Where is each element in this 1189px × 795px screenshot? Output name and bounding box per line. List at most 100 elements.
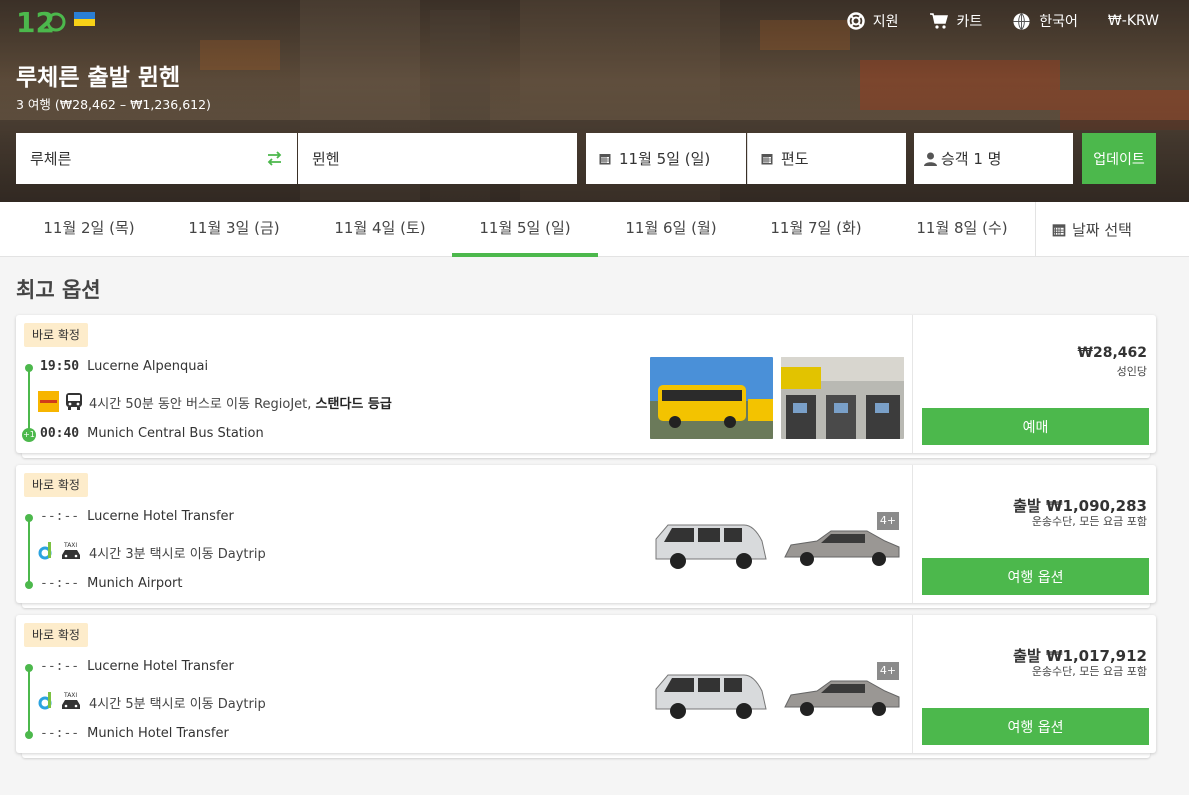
ukraine-flag-icon <box>74 12 95 26</box>
price-note: 성인당 <box>1116 365 1147 378</box>
arrival-place: Munich Central Bus Station <box>87 426 264 441</box>
update-search-button[interactable]: 업데이트 <box>1082 133 1156 184</box>
cart-icon <box>929 13 948 29</box>
price: ₩28,462 <box>1077 345 1147 361</box>
leg-text: 4시간 5분 택시로 이동 Daytrip <box>89 697 266 712</box>
date-tab[interactable]: 11월 8일 (수) <box>889 202 1035 257</box>
timeline <box>28 516 30 584</box>
price-note: 운송수단, 모든 요금 포함 <box>1031 515 1147 528</box>
bus-interior-photo[interactable] <box>781 357 904 439</box>
departure-place: Lucerne Hotel Transfer <box>87 509 234 524</box>
timeline <box>28 366 30 434</box>
top-nav: 지원 카트 한국어 ₩-KRW <box>847 10 1159 32</box>
timeline-dot <box>25 731 33 739</box>
date-tab-active[interactable]: 11월 5일 (일) <box>452 202 598 257</box>
fare-class: 스탠다드 등급 <box>315 397 392 412</box>
nav-support[interactable]: 지원 <box>847 10 899 32</box>
arrival-time: 00:40 <box>40 426 80 441</box>
user-icon <box>924 152 937 166</box>
page-title: 루체른 출발 뮌헨 <box>16 65 181 91</box>
price-note: 운송수단, 모든 요금 포함 <box>1031 665 1147 678</box>
date-tab[interactable]: 11월 2일 (목) <box>16 202 162 257</box>
passengers-value: 승객 1 명 <box>941 150 1002 168</box>
departure-date-field[interactable]: 11월 5일 (일) <box>586 133 746 184</box>
calendar-icon <box>599 154 611 165</box>
capacity-badge: 4+ <box>877 512 899 530</box>
date-tab[interactable]: 11월 7일 (화) <box>743 202 889 257</box>
nav-language-label: 한국어 <box>1039 14 1078 30</box>
departure-time: --:-- <box>40 509 80 524</box>
timeline-dot <box>25 514 33 522</box>
nav-cart[interactable]: 카트 <box>929 10 983 32</box>
leg-description: 4시간 50분 동안 버스로 이동 RegioJet, 스탠다드 등급 <box>89 393 392 412</box>
lifebuoy-icon <box>847 12 865 30</box>
van-image <box>655 674 767 719</box>
operator-icons <box>38 391 83 412</box>
van-image <box>655 524 767 569</box>
globe-icon <box>1013 12 1030 30</box>
svg-text:TAXI: TAXI <box>63 542 77 549</box>
date-tab[interactable]: 11월 4일 (토) <box>307 202 453 257</box>
price-panel: ₩28,462 성인당 예매 <box>912 315 1156 453</box>
calendar-icon <box>1052 224 1066 237</box>
departure-place: Lucerne Alpenquai <box>87 359 209 374</box>
departure-date-value: 11월 5일 (일) <box>619 150 711 168</box>
nav-currency[interactable]: ₩-KRW <box>1108 10 1159 32</box>
result-card[interactable]: 바로 확정 +1 19:50 Lucerne Alpenquai 4시간 50분… <box>16 315 1156 458</box>
timeline-dot <box>25 664 33 672</box>
destination-field[interactable]: 뮌헨 <box>298 133 577 184</box>
arrival-place: Munich Hotel Transfer <box>87 726 229 741</box>
capacity-badge: 4+ <box>877 662 899 680</box>
taxi-icon: TAXI <box>62 542 80 559</box>
sedan-image <box>784 680 900 716</box>
date-tab[interactable]: 11월 3일 (금) <box>161 202 307 257</box>
trip-options-button[interactable]: 여행 옵션 <box>922 558 1149 595</box>
timeline-dot <box>25 364 33 372</box>
nav-language[interactable]: 한국어 <box>1012 10 1078 32</box>
sedan-image <box>784 530 900 566</box>
return-date-field[interactable]: 편도 <box>747 133 906 184</box>
departure-time: 19:50 <box>40 359 80 374</box>
instant-confirm-badge: 바로 확정 <box>24 473 88 497</box>
section-title: 최고 옵션 <box>16 278 101 302</box>
swap-icon[interactable] <box>266 151 283 166</box>
departure-time: --:-- <box>40 659 80 674</box>
taxi-icon: TAXI <box>62 692 80 709</box>
bus-icon <box>66 393 82 410</box>
instant-confirm-badge: 바로 확정 <box>24 323 88 347</box>
nav-currency-label: ₩-KRW <box>1107 13 1159 29</box>
origin-value: 루체른 <box>30 150 72 168</box>
departure-place: Lucerne Hotel Transfer <box>87 659 234 674</box>
result-card[interactable]: 바로 확정 --:-- Lucerne Hotel Transfer TAXI … <box>16 465 1156 608</box>
regiojet-logo-icon <box>38 391 59 412</box>
return-date-value: 편도 <box>781 150 809 168</box>
arrival-place: Munich Airport <box>87 576 183 591</box>
trip-options-button[interactable]: 여행 옵션 <box>922 708 1149 745</box>
page-subtitle: 3 여행 (₩28,462 – ₩1,236,612) <box>16 97 211 112</box>
date-tabs: 11월 2일 (목) 11월 3일 (금) 11월 4일 (토) 11월 5일 … <box>0 202 1189 257</box>
arrival-time: --:-- <box>40 726 80 741</box>
bus-exterior-photo[interactable] <box>650 357 773 439</box>
book-button[interactable]: 예매 <box>922 408 1149 445</box>
timeline <box>28 666 30 734</box>
passengers-field[interactable]: 승객 1 명 <box>914 133 1073 184</box>
origin-field[interactable]: 루체른 <box>16 133 297 184</box>
calendar-icon <box>761 154 773 165</box>
arrival-time: --:-- <box>40 576 80 591</box>
nav-cart-label: 카트 <box>956 14 983 30</box>
destination-value: 뮌헨 <box>312 150 340 168</box>
timeline-dot <box>25 581 33 589</box>
next-day-badge: +1 <box>22 428 36 442</box>
date-tab[interactable]: 11월 6일 (월) <box>598 202 744 257</box>
operator-icons: TAXI <box>38 691 82 710</box>
result-card[interactable]: 바로 확정 --:-- Lucerne Hotel Transfer TAXI … <box>16 615 1156 758</box>
daytrip-logo-icon <box>38 692 52 710</box>
price-panel: 출발 ₩1,017,912 운송수단, 모든 요금 포함 여행 옵션 <box>912 615 1156 753</box>
leg-text: 4시간 3분 택시로 이동 Daytrip <box>89 547 266 562</box>
date-picker-button[interactable]: 날짜 선택 <box>1035 202 1189 257</box>
leg-text: 4시간 50분 동안 버스로 이동 RegioJet, <box>89 397 312 412</box>
price-panel: 출발 ₩1,090,283 운송수단, 모든 요금 포함 여행 옵션 <box>912 465 1156 603</box>
logo[interactable]: 12 <box>16 4 66 38</box>
nav-support-label: 지원 <box>872 14 899 30</box>
operator-icons: TAXI <box>38 541 82 560</box>
